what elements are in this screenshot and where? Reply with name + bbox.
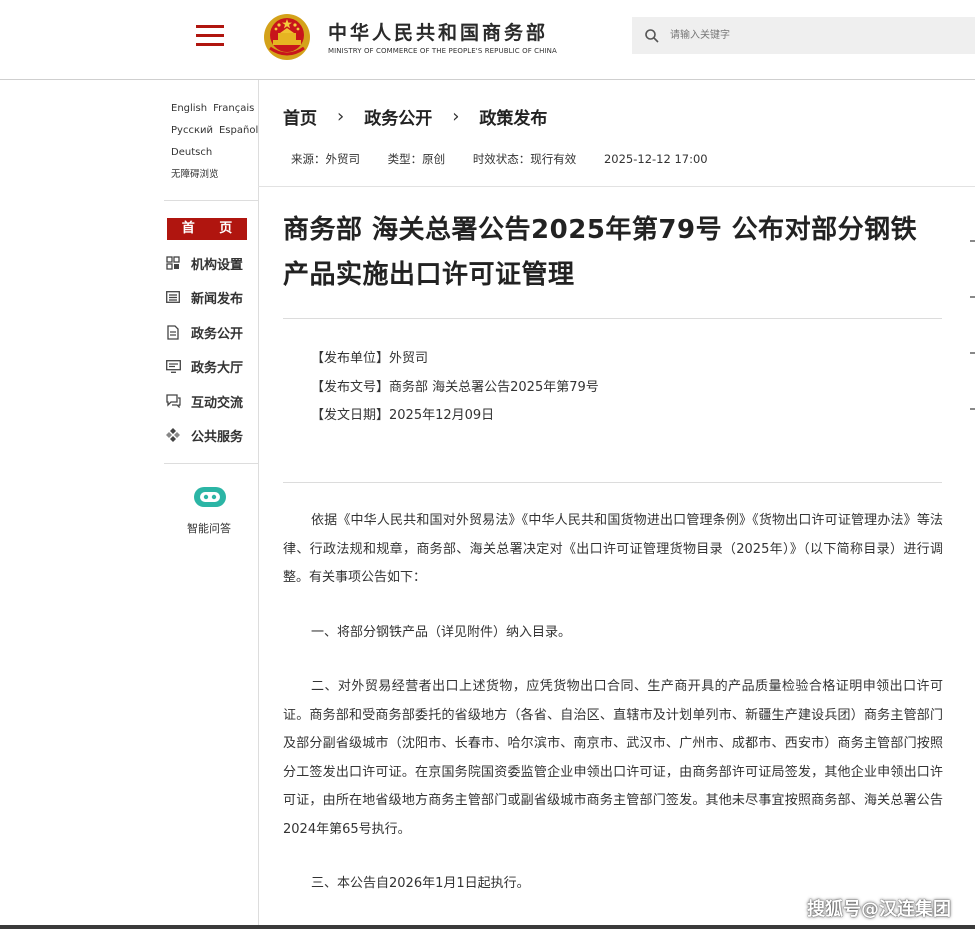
- sidebar-item-label: 互动交流: [191, 395, 244, 411]
- article-paragraph: 依据《中华人民共和国对外贸易法》《中华人民共和国货物进出口管理条例》《货物出口许…: [283, 513, 943, 585]
- sidebar-item-label: 新闻发布: [191, 291, 244, 307]
- meta-date: 2025-12-12 17:00: [603, 152, 708, 166]
- edge-mark: [970, 408, 975, 410]
- lang-english[interactable]: English: [171, 103, 207, 114]
- info-document-number: 【发布文号】商务部 海关总署公告2025年第79号: [311, 379, 599, 395]
- sidebar-item-label: 政务公开: [191, 326, 244, 342]
- lang-german[interactable]: Deutsch: [171, 147, 212, 158]
- article-info: 【发布单位】外贸司 【发布文号】商务部 海关总署公告2025年第79号 【发文日…: [311, 345, 599, 431]
- meta-type: 类型：原创: [387, 152, 446, 166]
- news-icon: [165, 289, 181, 305]
- site-header: 中华人民共和国商务部 MINISTRY OF COMMERCE OF THE P…: [0, 0, 975, 80]
- sidebar-home-button[interactable]: 首 页: [167, 218, 247, 240]
- service-hall-icon: [165, 358, 181, 374]
- search-icon[interactable]: [644, 28, 660, 44]
- chevron-right-icon: ›: [452, 106, 460, 127]
- language-links: English Français Русский Español Deutsch 无…: [171, 98, 264, 186]
- sidebar-divider: [164, 463, 258, 464]
- chat-icon: [165, 393, 181, 409]
- org-structure-icon: [165, 255, 181, 271]
- chevron-right-icon: ›: [337, 106, 345, 127]
- article-meta: 来源：外贸司 类型：原创 时效状态：现行有效 2025-12-12 17:00: [291, 151, 732, 167]
- info-issuing-unit: 【发布单位】外贸司: [311, 351, 429, 366]
- sidebar-item-label: 政务大厅: [191, 360, 244, 376]
- meta-status: 时效状态：现行有效: [472, 152, 577, 166]
- article-paragraph: 二、对外贸易经营者出口上述货物，应凭货物出口合同、生产商开具的产品质量检验合格证…: [283, 679, 943, 837]
- lang-french[interactable]: Français: [213, 103, 254, 114]
- sidebar-item-news[interactable]: 新闻发布: [165, 285, 243, 309]
- edge-mark: [970, 352, 975, 354]
- watermark: 搜狐号@汉连集团: [807, 899, 951, 920]
- sidebar-divider: [164, 200, 258, 201]
- public-service-icon: [165, 427, 181, 443]
- assistant-label[interactable]: 智能问答: [187, 520, 231, 536]
- menu-icon[interactable]: [196, 25, 224, 47]
- breadcrumb-home[interactable]: 首页: [283, 104, 317, 129]
- article-title: 商务部 海关总署公告2025年第79号 公布对部分钢铁产品实施出口许可证管理: [283, 215, 918, 290]
- breadcrumb: 首页 › 政务公开 › 政策发布: [283, 104, 547, 129]
- national-emblem-icon: [264, 14, 310, 60]
- robot-assistant-icon[interactable]: [192, 485, 228, 509]
- meta-source: 来源：外贸司: [291, 152, 360, 166]
- search-bar: [632, 17, 975, 54]
- article-body: 依据《中华人民共和国对外贸易法》《中华人民共和国货物进出口管理条例》《货物出口许…: [283, 507, 943, 899]
- sidebar-item-interaction[interactable]: 互动交流: [165, 389, 243, 413]
- lang-russian[interactable]: Русский: [171, 125, 213, 136]
- sidebar: English Français Русский Español Deutsch 无…: [0, 80, 259, 929]
- sidebar-item-public-service[interactable]: 公共服务: [165, 423, 243, 447]
- sidebar-item-organization[interactable]: 机构设置: [165, 251, 243, 275]
- meta-divider: [258, 186, 975, 187]
- breadcrumb-gov-affairs[interactable]: 政务公开: [364, 104, 432, 129]
- bottom-bar: [0, 925, 975, 929]
- site-name-en: MINISTRY OF COMMERCE OF THE PEOPLE'S REP…: [328, 47, 557, 55]
- accessibility-link[interactable]: 无障碍浏览: [171, 169, 219, 180]
- sidebar-item-label: 机构设置: [191, 257, 244, 273]
- breadcrumb-policy-release[interactable]: 政策发布: [479, 104, 547, 129]
- search-input[interactable]: [670, 17, 960, 54]
- document-icon: [165, 324, 181, 340]
- title-divider: [283, 318, 942, 319]
- info-issue-date: 【发文日期】2025年12月09日: [311, 408, 495, 423]
- sidebar-item-gov-affairs[interactable]: 政务公开: [165, 320, 243, 344]
- edge-mark: [970, 296, 975, 298]
- site-name-cn[interactable]: 中华人民共和国商务部: [328, 18, 548, 45]
- sidebar-item-service-hall[interactable]: 政务大厅: [165, 354, 243, 378]
- info-divider: [283, 482, 942, 483]
- lang-spanish[interactable]: Español: [219, 125, 258, 136]
- sidebar-item-label: 公共服务: [191, 429, 244, 445]
- article-paragraph: 一、将部分钢铁产品（详见附件）纳入目录。: [311, 624, 572, 640]
- edge-mark: [970, 240, 975, 242]
